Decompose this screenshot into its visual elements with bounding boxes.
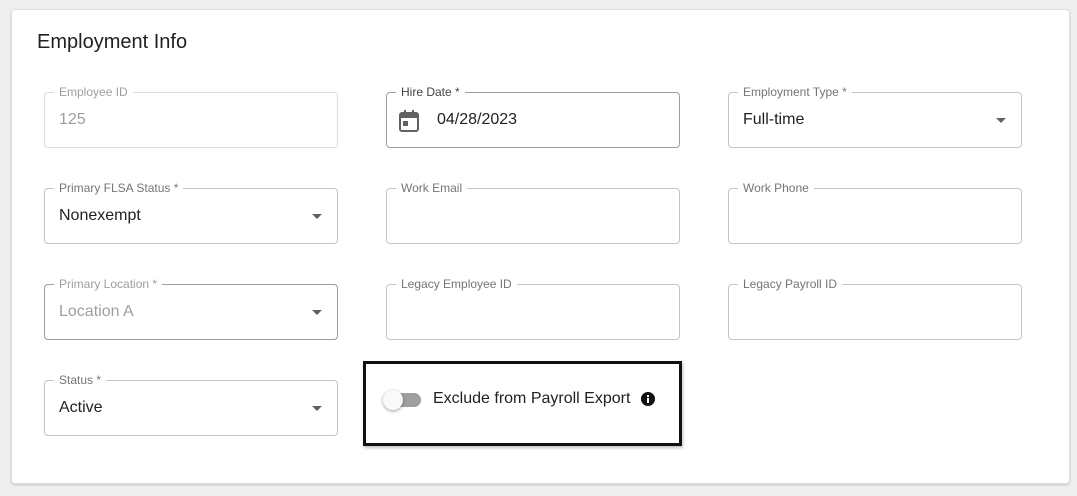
hire-date-field[interactable]: Hire Date * 04/28/2023 xyxy=(386,84,680,148)
employment-type-label: Employment Type * xyxy=(738,84,852,100)
toggle-thumb xyxy=(383,390,403,410)
calendar-icon[interactable] xyxy=(399,110,419,132)
legacy-employee-id-label: Legacy Employee ID xyxy=(396,276,517,292)
legacy-employee-id-field[interactable]: Legacy Employee ID xyxy=(386,276,680,340)
employment-type-value: Full-time xyxy=(743,111,805,128)
chevron-down-icon[interactable] xyxy=(312,406,322,411)
chevron-down-icon[interactable] xyxy=(996,118,1006,123)
status-value: Active xyxy=(59,399,103,416)
employment-type-select[interactable]: Employment Type * Full-time xyxy=(728,84,1022,148)
legacy-payroll-id-label: Legacy Payroll ID xyxy=(738,276,843,292)
work-email-label: Work Email xyxy=(396,180,468,196)
primary-location-value: Location A xyxy=(59,303,134,320)
status-label: Status * xyxy=(54,372,107,388)
section-title: Employment Info xyxy=(37,31,188,53)
flsa-status-select[interactable]: Primary FLSA Status * Nonexempt xyxy=(44,180,338,244)
primary-location-label: Primary Location * xyxy=(54,276,163,292)
exclude-payroll-export-label[interactable]: Exclude from Payroll Export xyxy=(433,389,630,409)
employee-id-value: 125 xyxy=(59,111,86,128)
status-select[interactable]: Status * Active xyxy=(44,372,338,436)
exclude-payroll-export-toggle[interactable] xyxy=(383,390,423,410)
flsa-status-value: Nonexempt xyxy=(59,207,141,224)
work-phone-label: Work Phone xyxy=(738,180,814,196)
work-phone-field[interactable]: Work Phone xyxy=(728,180,1022,244)
hire-date-label: Hire Date * xyxy=(396,84,465,100)
flsa-status-label: Primary FLSA Status * xyxy=(54,180,184,196)
employee-id-field[interactable]: Employee ID 125 xyxy=(44,84,338,148)
work-email-field[interactable]: Work Email xyxy=(386,180,680,244)
chevron-down-icon[interactable] xyxy=(312,214,322,219)
chevron-down-icon[interactable] xyxy=(312,310,322,315)
hire-date-value: 04/28/2023 xyxy=(437,111,518,128)
employee-id-label: Employee ID xyxy=(54,84,133,100)
legacy-payroll-id-field[interactable]: Legacy Payroll ID xyxy=(728,276,1022,340)
info-icon[interactable] xyxy=(641,392,655,406)
primary-location-select[interactable]: Primary Location * Location A xyxy=(44,276,338,340)
